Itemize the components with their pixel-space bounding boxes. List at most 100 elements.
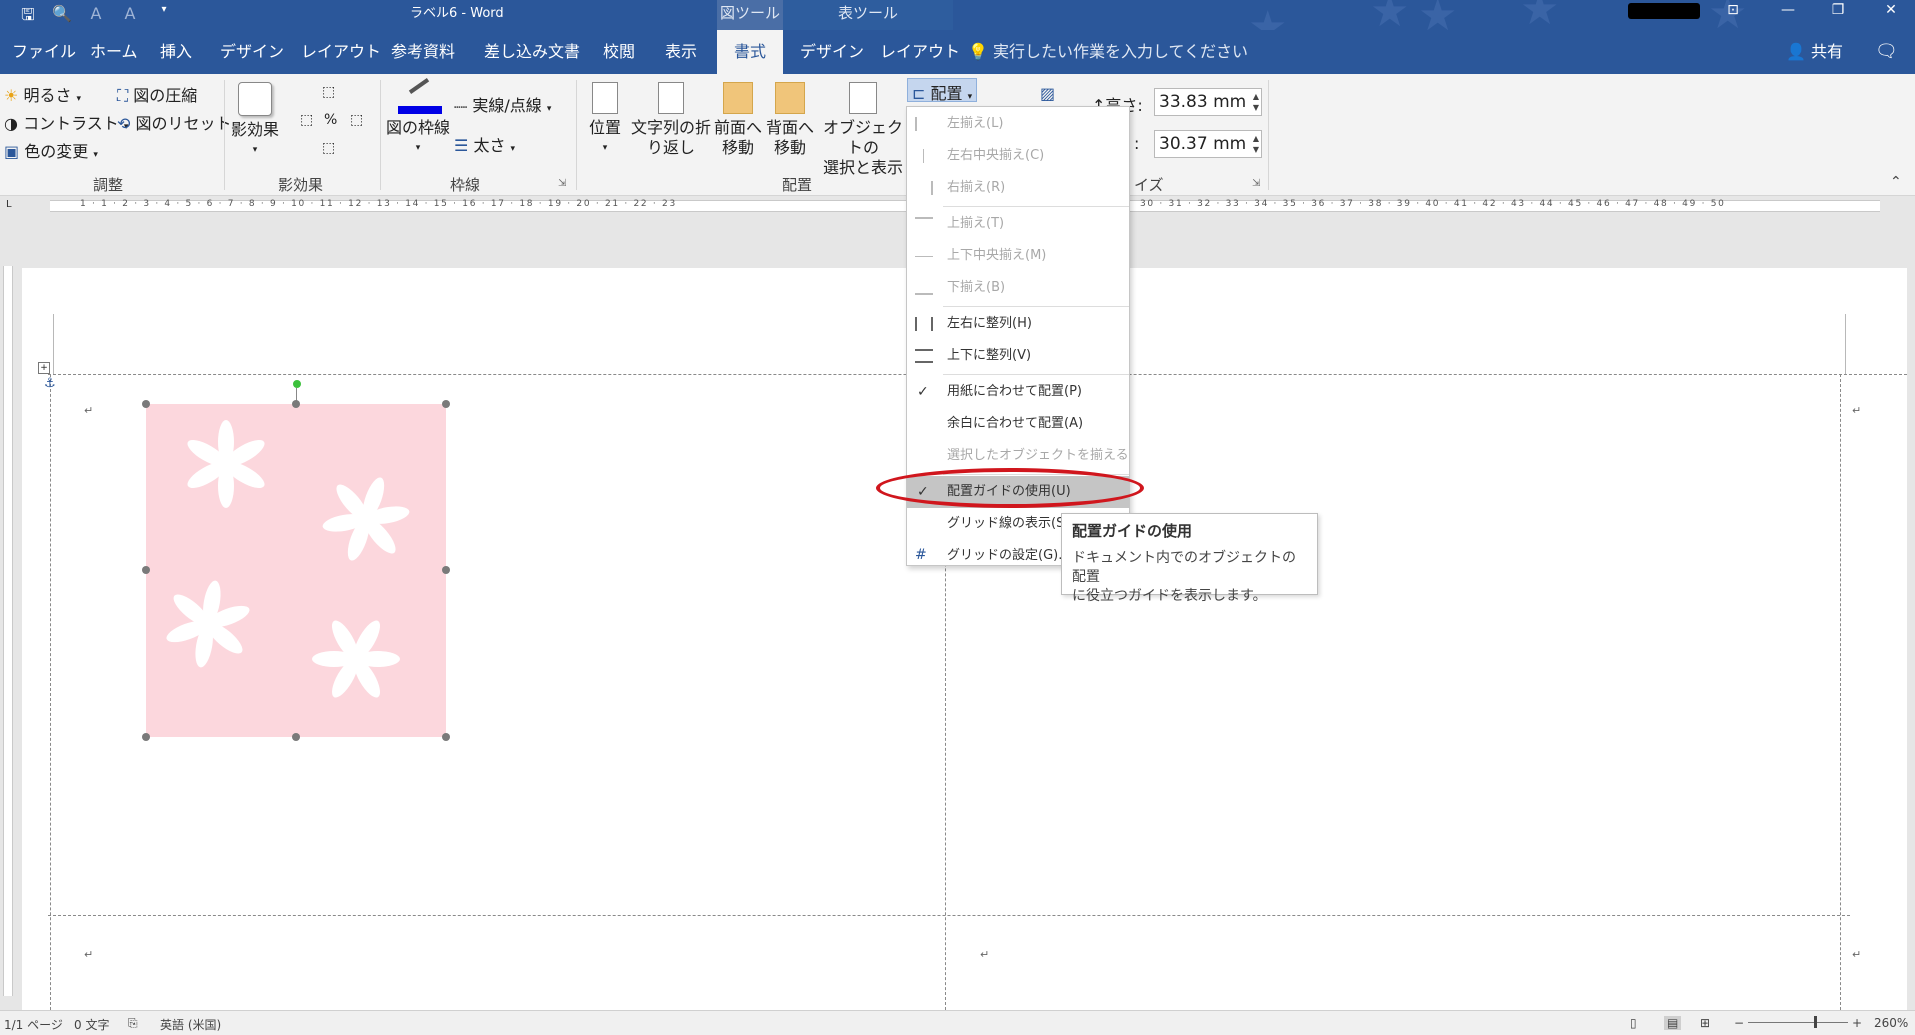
flower-decoration-icon bbox=[187, 420, 265, 508]
reset-picture-button[interactable]: ⟲ 図のリセット bbox=[117, 110, 232, 134]
restore-icon[interactable]: ❐ bbox=[1815, 0, 1861, 30]
tab-view[interactable]: 表示 bbox=[655, 30, 707, 74]
title-bar: ★ ★ ★ ★ ★ 🖫 🔍 A A ▾ ラベル6 - Word 図ツール 表ツー… bbox=[0, 0, 1915, 50]
dialog-launcher-icon[interactable]: ⇲ bbox=[558, 178, 566, 189]
zoom-level[interactable]: 260% bbox=[1874, 1016, 1908, 1030]
resize-handle-sw[interactable] bbox=[142, 733, 150, 741]
save-icon[interactable]: 🖫 bbox=[18, 4, 38, 31]
font-shrink-icon[interactable]: A bbox=[120, 4, 140, 31]
menu-item-align-top[interactable]: 上揃え(T) bbox=[907, 208, 1129, 240]
dropdown-arrow-icon: ▾ bbox=[546, 104, 552, 114]
spinner-arrows-icon[interactable]: ▲ ▼ bbox=[1253, 91, 1259, 113]
selected-picture[interactable] bbox=[146, 404, 446, 737]
shadow-nudge-right-icon[interactable]: ⬚ bbox=[350, 112, 363, 128]
shadow-effects-button[interactable]: 影効果 ▾ bbox=[230, 82, 280, 160]
resize-handle-se[interactable] bbox=[442, 733, 450, 741]
web-layout-icon[interactable]: ⊞ bbox=[1700, 1016, 1710, 1030]
menu-item-align-to-page[interactable]: ✓ 用紙に合わせて配置(P) bbox=[907, 376, 1129, 408]
tab-references[interactable]: 参考資料 bbox=[381, 30, 465, 74]
menu-item-align-center[interactable]: 左右中央揃え(C) bbox=[907, 140, 1129, 172]
contrast-button[interactable]: ◑ コントラスト ▾ bbox=[4, 110, 128, 134]
height-spinner[interactable]: 33.83 mm ▲ ▼ bbox=[1154, 88, 1262, 116]
picture-border-button[interactable]: 図の枠線 ▾ bbox=[386, 78, 450, 158]
menu-item-label: 用紙に合わせて配置(P) bbox=[947, 384, 1082, 399]
menu-item-align-right[interactable]: 右揃え(R) bbox=[907, 172, 1129, 204]
collapse-ribbon-icon[interactable]: ⌃ bbox=[1890, 174, 1902, 190]
dialog-launcher-icon[interactable]: ⇲ bbox=[1252, 178, 1260, 189]
resize-handle-s[interactable] bbox=[292, 733, 300, 741]
tab-design[interactable]: デザイン bbox=[210, 30, 294, 74]
tell-me-box[interactable]: 💡 実行したい作業を入力してください bbox=[968, 30, 1248, 74]
zoom-slider[interactable] bbox=[1748, 1022, 1848, 1023]
page-count[interactable]: 1/1 ページ bbox=[4, 1016, 63, 1033]
print-layout-icon[interactable]: ▤ bbox=[1664, 1016, 1682, 1030]
menu-item-distribute-horizontally[interactable]: 左右に整列(H) bbox=[907, 308, 1129, 340]
table-move-handle-icon[interactable]: + bbox=[38, 362, 50, 374]
selection-pane-label-2: 選択と表示 bbox=[822, 158, 903, 177]
grid-icon: # bbox=[915, 547, 927, 563]
tab-file[interactable]: ファイル bbox=[2, 30, 86, 74]
menu-item-align-middle[interactable]: 上下中央揃え(M) bbox=[907, 240, 1129, 272]
menu-item-align-left[interactable]: 左揃え(L) bbox=[907, 108, 1129, 140]
send-backward-label-1: 背面へ bbox=[766, 118, 815, 137]
color-change-button[interactable]: ▣ 色の変更 ▾ bbox=[4, 138, 98, 162]
menu-item-distribute-vertically[interactable]: 上下に整列(V) bbox=[907, 340, 1129, 372]
bring-forward-button[interactable]: 前面へ 移動 bbox=[714, 82, 762, 158]
resize-handle-w[interactable] bbox=[142, 566, 150, 574]
group-separator bbox=[1268, 80, 1269, 190]
menu-item-align-to-margin[interactable]: 余白に合わせて配置(A) bbox=[907, 408, 1129, 440]
resize-handle-nw[interactable] bbox=[142, 400, 150, 408]
print-preview-icon[interactable]: 🔍 bbox=[52, 4, 72, 31]
zoom-slider-thumb[interactable] bbox=[1814, 1016, 1817, 1028]
compress-pictures-button[interactable]: ⛶ 図の圧縮 bbox=[117, 82, 197, 106]
align-button[interactable]: ⊏ 配置 ▾ bbox=[907, 78, 978, 103]
dropdown-arrow-icon: ▾ bbox=[510, 144, 516, 154]
close-icon[interactable]: ✕ bbox=[1868, 0, 1914, 30]
shadow-toggle-icon[interactable]: % bbox=[324, 112, 337, 128]
selection-pane-button[interactable]: オブジェクトの 選択と表示 bbox=[818, 82, 908, 178]
group-label-effects: 影効果 bbox=[278, 176, 324, 194]
wrap-text-button[interactable]: 文字列の折 り返し bbox=[630, 82, 712, 158]
width-spinner[interactable]: 30.37 mm ▲ ▼ bbox=[1154, 130, 1262, 158]
line-style-button[interactable]: ┅┅ 実線/点線 ▾ bbox=[454, 92, 551, 116]
tab-table-design[interactable]: デザイン bbox=[790, 30, 874, 74]
rotation-handle[interactable] bbox=[293, 380, 301, 388]
line-weight-button[interactable]: ☰ 太さ ▾ bbox=[454, 132, 515, 156]
height-value: 33.83 mm bbox=[1159, 92, 1247, 112]
ruler-numbers-right: 30 · 31 · 32 · 33 · 34 · 35 · 36 · 37 · … bbox=[1140, 199, 1726, 209]
resize-handle-ne[interactable] bbox=[442, 400, 450, 408]
zoom-out-icon[interactable]: − bbox=[1734, 1016, 1744, 1030]
customize-qat-icon[interactable]: ▾ bbox=[154, 4, 174, 31]
tab-table-layout[interactable]: レイアウト bbox=[870, 30, 970, 74]
font-grow-icon[interactable]: A bbox=[86, 4, 106, 31]
tab-insert[interactable]: 挿入 bbox=[150, 30, 202, 74]
vertical-ruler[interactable] bbox=[0, 266, 16, 1001]
ribbon-display-options-icon[interactable]: ⊡ bbox=[1710, 0, 1756, 30]
minimize-icon[interactable]: — bbox=[1765, 0, 1811, 30]
resize-handle-n[interactable] bbox=[292, 400, 300, 408]
proofing-icon[interactable]: ⎘ bbox=[128, 1016, 138, 1031]
tab-format[interactable]: 書式 bbox=[717, 30, 783, 74]
tab-layout[interactable]: レイアウト bbox=[291, 30, 391, 74]
comments-icon[interactable]: 🗨 bbox=[1875, 30, 1898, 74]
brightness-button[interactable]: ☀ 明るさ ▾ bbox=[4, 82, 81, 106]
tab-home[interactable]: ホーム bbox=[80, 30, 148, 74]
zoom-in-icon[interactable]: + bbox=[1852, 1016, 1862, 1030]
position-button[interactable]: 位置 ▾ bbox=[582, 82, 628, 158]
tab-mailings[interactable]: 差し込み文書 bbox=[474, 30, 590, 74]
crop-icon[interactable]: ▨ bbox=[1040, 84, 1055, 103]
word-count[interactable]: 0 文字 bbox=[74, 1016, 109, 1033]
tab-selector-icon[interactable]: L bbox=[6, 199, 12, 210]
menu-item-align-bottom[interactable]: 下揃え(B) bbox=[907, 272, 1129, 304]
read-mode-icon[interactable]: ▯ bbox=[1630, 1016, 1637, 1030]
shadow-nudge-down-icon[interactable]: ⬚ bbox=[322, 140, 335, 156]
tab-review[interactable]: 校閲 bbox=[593, 30, 645, 74]
send-backward-button[interactable]: 背面へ 移動 bbox=[766, 82, 814, 158]
shadow-nudge-up-icon[interactable]: ⬚ bbox=[322, 84, 335, 100]
spinner-arrows-icon[interactable]: ▲ ▼ bbox=[1253, 133, 1259, 155]
resize-handle-e[interactable] bbox=[442, 566, 450, 574]
language-indicator[interactable]: 英語 (米国) bbox=[160, 1016, 221, 1033]
share-button[interactable]: 👤 共有 bbox=[1786, 30, 1843, 74]
shadow-nudge-left-icon[interactable]: ⬚ bbox=[300, 112, 313, 128]
tooltip-description-line-1: ドキュメント内でのオブジェクトの配置 bbox=[1072, 550, 1296, 585]
